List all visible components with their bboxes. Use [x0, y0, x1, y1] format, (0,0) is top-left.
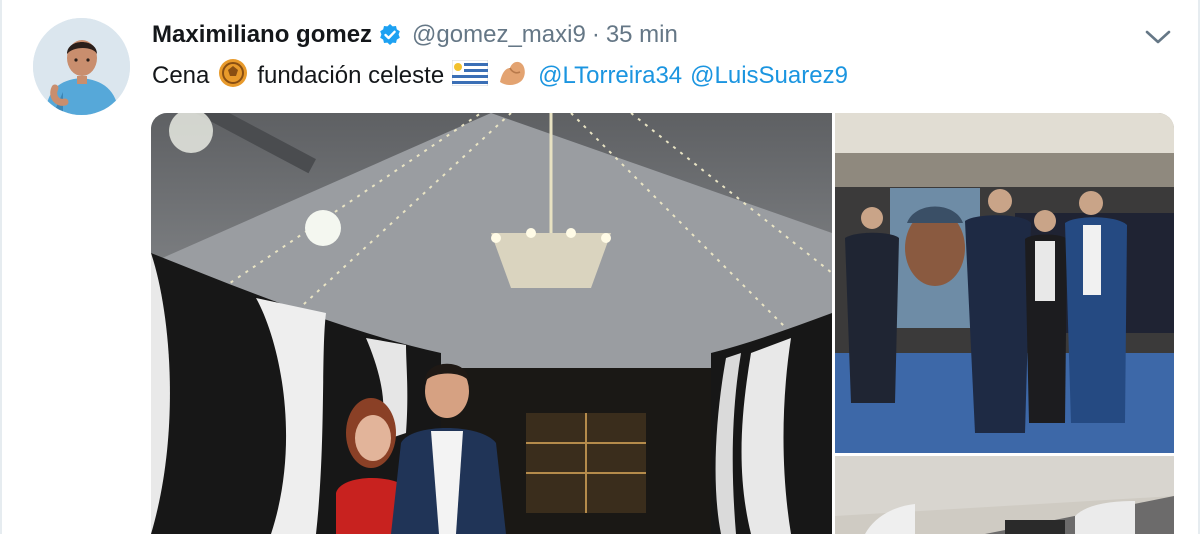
tweet-text-middle: fundación celeste: [257, 62, 445, 89]
tweet-header: Maximiliano gomez @gomez_maxi9 · 35 min: [152, 18, 678, 52]
timestamp[interactable]: 35 min: [606, 21, 678, 49]
photo-top-right[interactable]: [835, 113, 1174, 453]
tweet-text-start: Cena: [152, 62, 210, 89]
media-grid: [151, 113, 1174, 534]
avatar[interactable]: [33, 18, 130, 115]
tweet-text: Cena fundación celeste @LTorreira34 @Lui…: [152, 56, 856, 96]
mention-link-1[interactable]: @LTorreira34: [538, 62, 682, 90]
author-handle[interactable]: @gomez_maxi9: [412, 21, 586, 49]
flexed-biceps-emoji: [496, 58, 530, 95]
tweet[interactable]: Maximiliano gomez @gomez_maxi9 · 35 min …: [0, 0, 1200, 534]
author-name[interactable]: Maximiliano gomez: [152, 21, 372, 49]
chevron-down-icon[interactable]: [1143, 26, 1173, 48]
photo-main[interactable]: [151, 113, 832, 534]
verified-badge-icon: [378, 23, 402, 47]
photo-bottom-right[interactable]: [835, 456, 1174, 534]
soccer-ball-emoji: [217, 57, 249, 96]
uruguay-flag-emoji: [451, 59, 489, 93]
mention-link-2[interactable]: @LuisSuarez9: [690, 62, 848, 90]
separator-dot: ·: [591, 21, 600, 48]
